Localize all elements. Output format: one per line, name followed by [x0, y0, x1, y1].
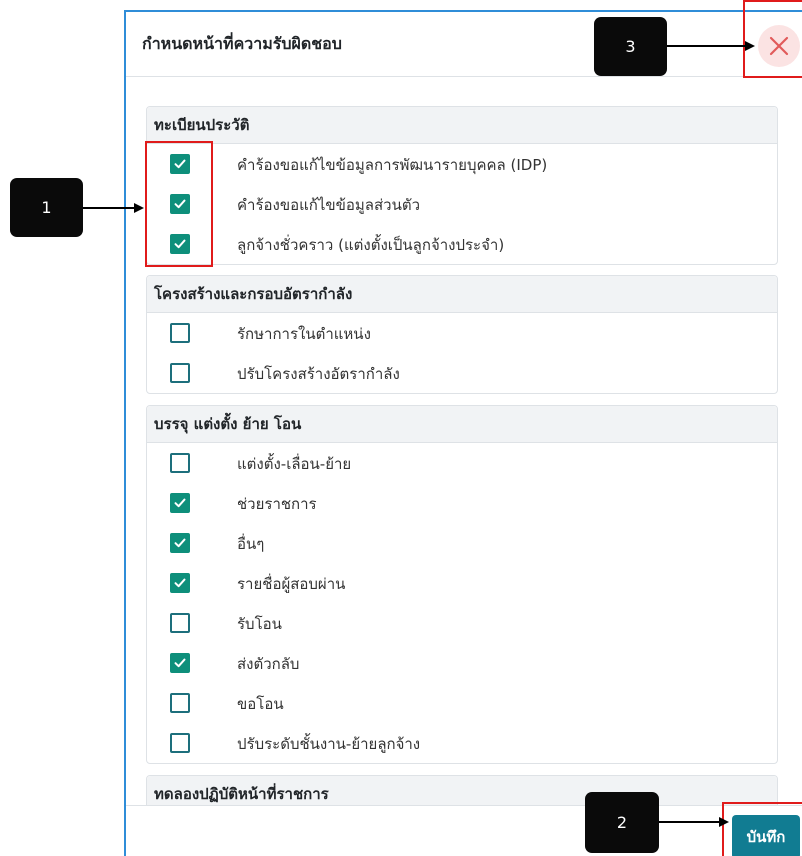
page: กำหนดหน้าที่ความรับผิดชอบ ทะเบียนประวัติ…: [0, 0, 802, 856]
annotation-arrows: [83, 41, 755, 827]
